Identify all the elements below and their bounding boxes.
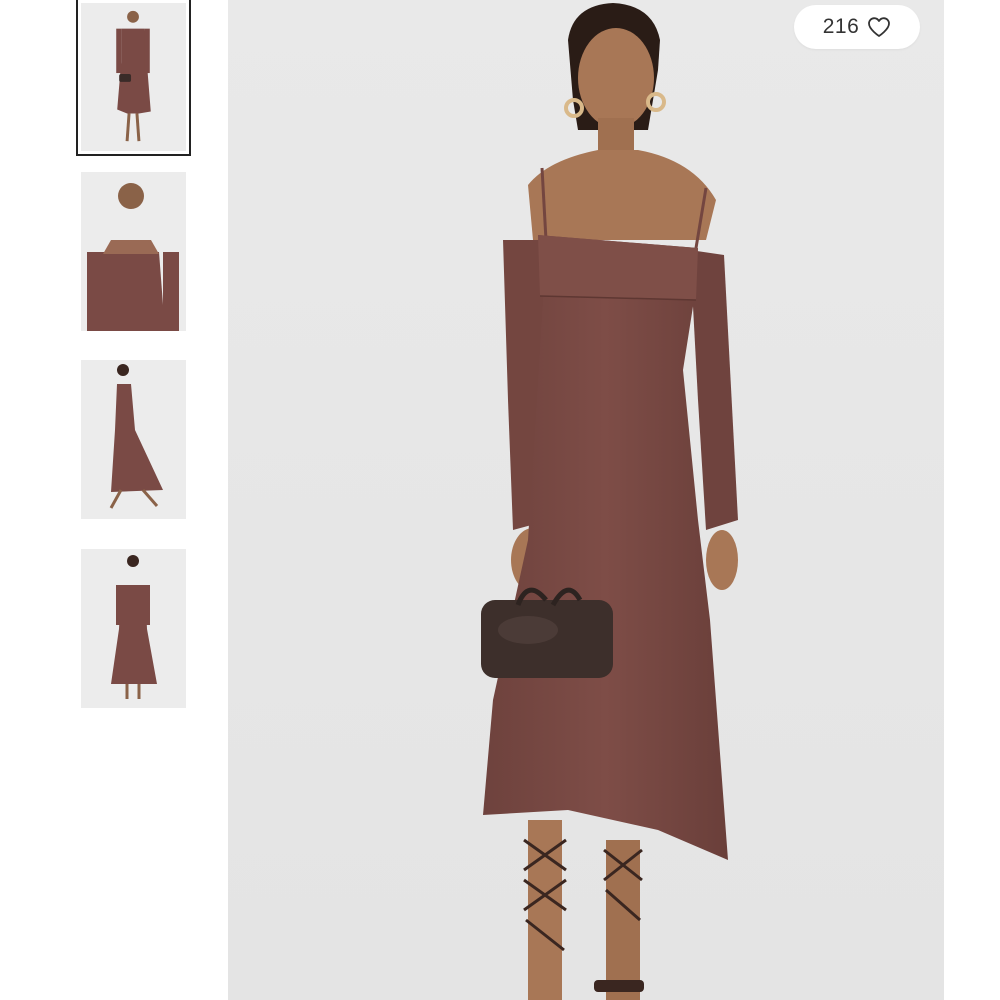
thumbnail-front-closeup[interactable]	[81, 172, 186, 331]
thumbnail-front-full[interactable]	[76, 0, 191, 156]
thumbnail-image	[81, 360, 186, 519]
like-button[interactable]: 216	[794, 5, 920, 49]
thumbnail-image	[81, 3, 186, 151]
thumbnail-image	[81, 549, 186, 708]
thumbnail-back-full[interactable]	[81, 549, 186, 708]
heart-outline-icon	[868, 17, 891, 37]
thumbnail-image	[81, 172, 186, 331]
thumbnail-side-walking[interactable]	[81, 360, 186, 519]
main-product-image[interactable]	[228, 0, 944, 1000]
product-photo	[228, 0, 944, 1000]
like-count: 216	[822, 15, 860, 38]
